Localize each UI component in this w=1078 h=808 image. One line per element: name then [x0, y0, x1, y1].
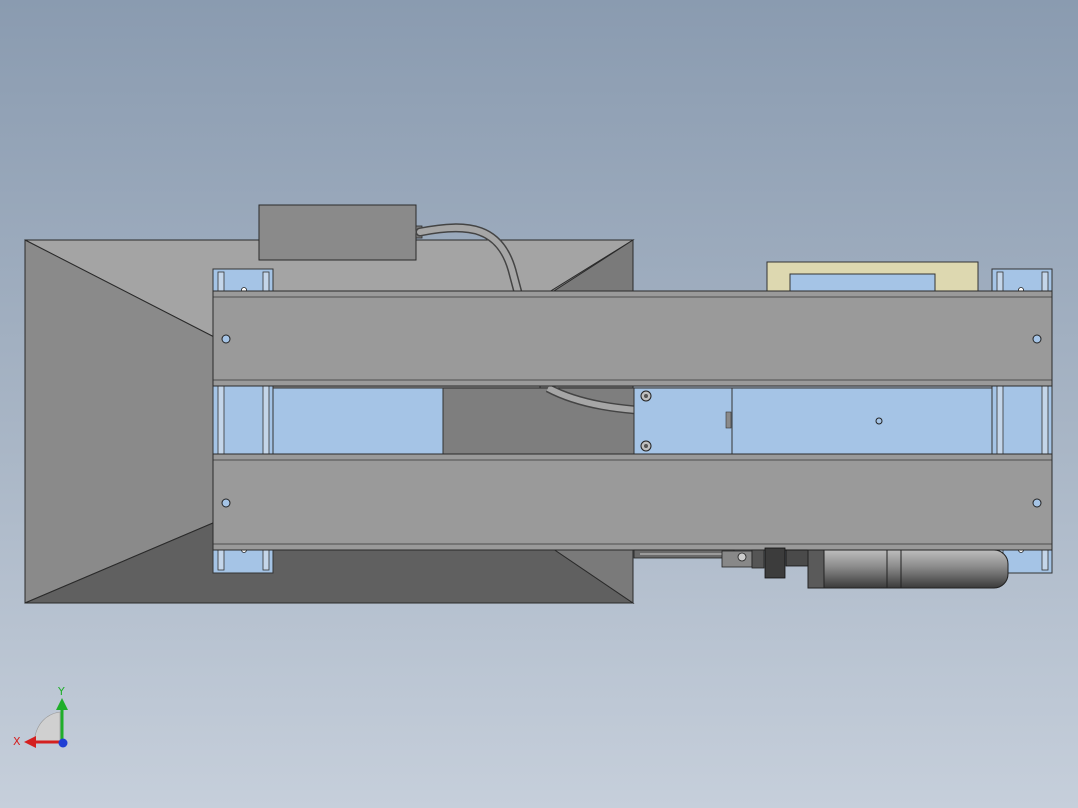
- x-axis-arrow: [24, 736, 36, 748]
- rail-upper[interactable]: [212, 290, 1053, 387]
- y-axis-arrow: [56, 698, 68, 710]
- z-axis-dot: [58, 738, 68, 748]
- x-axis-label: X: [13, 735, 21, 748]
- cad-viewport[interactable]: Y X: [0, 0, 1078, 808]
- control-box[interactable]: [258, 204, 423, 261]
- drive-coupling[interactable]: [633, 547, 809, 579]
- axis-triad: Y X: [13, 685, 68, 748]
- triad-plane: [33, 711, 61, 743]
- motor[interactable]: [807, 549, 1009, 589]
- rail-lower[interactable]: [212, 453, 1053, 551]
- support-bracket[interactable]: [766, 261, 979, 293]
- model-graphics[interactable]: [0, 0, 1078, 808]
- y-axis-label: Y: [57, 685, 65, 698]
